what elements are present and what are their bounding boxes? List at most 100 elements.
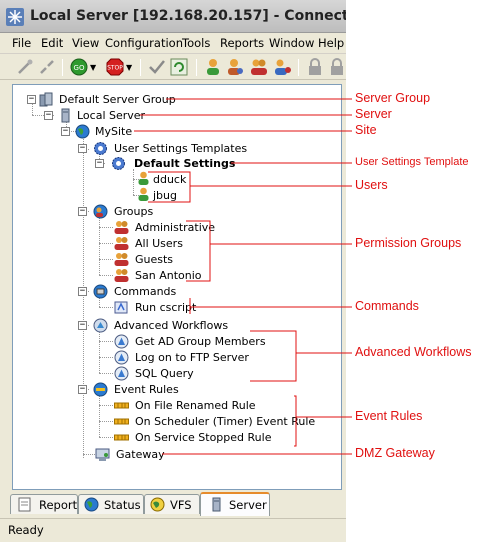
stop-dropdown-arrow-icon[interactable]: ▼ [126, 63, 134, 81]
callout-users: Users [355, 178, 388, 192]
collapse-toggle-advanced-workflows[interactable]: − [78, 321, 87, 330]
refresh-icon[interactable] [170, 58, 188, 76]
group-settings-icon[interactable] [274, 58, 292, 76]
command-icon [114, 301, 128, 314]
title-bar[interactable]: Local Server [192.168.20.157] - Connecte… [0, 0, 346, 33]
user-icon[interactable] [204, 58, 222, 76]
event-rule-icon [114, 402, 129, 409]
menu-help[interactable]: Help [318, 36, 344, 50]
tree-node-event-rule[interactable]: On Scheduler (Timer) Event Rule [135, 415, 315, 428]
tree-node-server-group[interactable]: Default Server Group [59, 93, 176, 106]
tree-line [99, 275, 113, 276]
tab-report-label: Report [39, 498, 78, 512]
tree-node-groups[interactable]: Groups [114, 205, 153, 218]
callout-server-group: Server Group [355, 91, 431, 105]
tree-node-group[interactable]: Guests [135, 253, 173, 266]
vfs-globe-icon [150, 497, 165, 512]
callout-commands: Commands [355, 299, 419, 313]
groups-globe-icon [93, 204, 108, 219]
toolbar-separator [196, 59, 197, 76]
callout-user-settings-template: User Settings Template [355, 156, 469, 168]
disconnect-icon[interactable] [38, 58, 56, 76]
workflow-icon [114, 334, 129, 349]
status-bar: Ready [0, 518, 346, 542]
menu-tools[interactable]: Tools [182, 36, 210, 50]
event-rule-icon [114, 434, 129, 441]
menu-view[interactable]: View [72, 36, 99, 50]
start-server-icon[interactable]: GO [70, 58, 88, 76]
menu-edit[interactable]: Edit [41, 36, 63, 50]
connect-icon[interactable] [16, 58, 34, 76]
callout-permission-groups: Permission Groups [355, 236, 462, 250]
group-icon [114, 269, 129, 282]
window-title: Local Server [192.168.20.157] - Connecte… [30, 8, 346, 24]
tree-node-workflow[interactable]: Get AD Group Members [135, 335, 266, 348]
tree-node-server[interactable]: Local Server [77, 109, 145, 122]
toolbar-separator [62, 59, 63, 76]
tree-node-event-rule[interactable]: On Service Stopped Rule [135, 431, 271, 444]
tree-line [99, 373, 113, 374]
tree-node-gateway[interactable]: Gateway [116, 448, 165, 461]
lock-icon[interactable] [306, 58, 324, 76]
tree-node-commands[interactable]: Commands [114, 285, 176, 298]
tree-line [99, 227, 113, 228]
collapse-toggle-site[interactable]: − [61, 127, 70, 136]
tab-vfs[interactable]: VFS [144, 494, 200, 514]
application-window: Local Server [192.168.20.157] - Connecte… [0, 0, 346, 542]
apply-check-icon[interactable] [148, 58, 166, 76]
menu-configuration[interactable]: Configuration [105, 36, 183, 50]
start-dropdown-arrow-icon[interactable]: ▼ [90, 63, 98, 81]
callout-server: Server [355, 107, 392, 121]
menu-file[interactable]: File [12, 36, 31, 50]
tree-node-user[interactable]: dduck [153, 173, 186, 186]
group-icon[interactable] [250, 58, 268, 76]
tree-node-event-rule[interactable]: On File Renamed Rule [135, 399, 256, 412]
tree-node-workflow[interactable]: Log on to FTP Server [135, 351, 249, 364]
toolbar-separator [298, 59, 299, 76]
tree-line [99, 341, 113, 342]
lock-icon[interactable] [328, 58, 346, 76]
group-icon [114, 237, 129, 250]
event-rules-globe-icon [93, 382, 108, 397]
tree-line [133, 169, 134, 195]
callout-event-rules: Event Rules [355, 409, 423, 423]
toolbar-separator [140, 59, 141, 76]
tree-node-command[interactable]: Run cscript [135, 301, 196, 314]
tree-node-user-settings-templates[interactable]: User Settings Templates [114, 142, 247, 155]
tree-node-group[interactable]: All Users [135, 237, 183, 250]
collapse-toggle-server[interactable]: − [44, 111, 53, 120]
tree-line [32, 104, 33, 115]
svg-text:STOP: STOP [107, 65, 123, 72]
stop-server-icon[interactable]: STOP [106, 58, 124, 76]
collapse-toggle-groups[interactable]: − [78, 207, 87, 216]
collapse-toggle-user-settings-templates[interactable]: − [78, 144, 87, 153]
tree-line [99, 259, 113, 260]
workflow-icon [114, 350, 129, 365]
collapse-toggle-event-rules[interactable]: − [78, 385, 87, 394]
tab-server-label: Server [229, 498, 267, 512]
globe-icon [75, 124, 90, 139]
tree-node-advanced-workflows[interactable]: Advanced Workflows [114, 319, 228, 332]
tree-node-default-settings[interactable]: Default Settings [134, 157, 235, 170]
tree-node-user[interactable]: jbug [153, 189, 177, 202]
tab-status[interactable]: Status [78, 494, 144, 514]
tab-report[interactable]: Report [10, 494, 78, 514]
gear-icon [112, 157, 125, 170]
tree-node-workflow[interactable]: SQL Query [135, 367, 194, 380]
collapse-toggle-commands[interactable]: − [78, 287, 87, 296]
collapse-toggle-default-settings[interactable]: − [95, 159, 104, 168]
tree-line [99, 405, 113, 406]
tree-line [99, 357, 113, 358]
user-settings-icon[interactable] [226, 58, 244, 76]
collapse-toggle-server-group[interactable]: − [27, 95, 36, 104]
callout-advanced-workflows: Advanced Workflows [355, 345, 472, 359]
tree-node-group[interactable]: San Antonio [135, 269, 202, 282]
tree-node-site[interactable]: MySite [95, 125, 132, 138]
tree-node-group[interactable]: Administrative [135, 221, 215, 234]
menu-reports[interactable]: Reports [220, 36, 264, 50]
tree-node-event-rules[interactable]: Event Rules [114, 383, 179, 396]
tab-server[interactable]: Server [200, 492, 270, 516]
tab-vfs-label: VFS [170, 498, 192, 512]
workflows-globe-icon [93, 318, 108, 333]
menu-window[interactable]: Window [269, 36, 314, 50]
